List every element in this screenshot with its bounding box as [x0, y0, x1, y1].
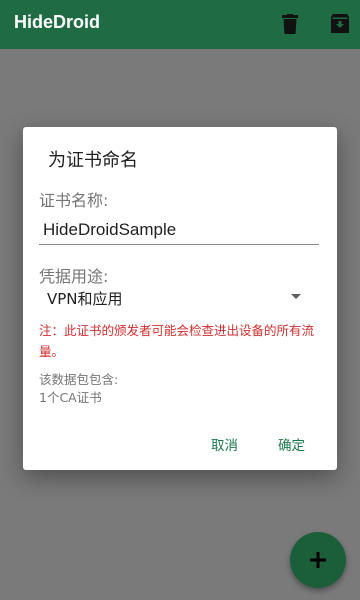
dialog-title: 为证书命名 [48, 150, 138, 171]
credential-usage-value: VPN和应用 [47, 289, 123, 308]
dropdown-arrow-icon [291, 294, 301, 299]
package-contents-label: 该数据包包含: [39, 372, 119, 387]
cancel-button[interactable]: 取消 [211, 433, 238, 455]
warning-text: 注：此证书的颁发者可能会检查进出设备的所有流量。 [39, 323, 315, 359]
ok-button[interactable]: 确定 [278, 433, 305, 455]
plus-icon [310, 552, 326, 568]
certificate-name-input[interactable] [39, 215, 319, 245]
credential-usage-select[interactable]: VPN和应用 [39, 285, 309, 311]
archive-icon[interactable] [328, 12, 352, 36]
app-title: HideDroid [14, 12, 101, 32]
add-button[interactable] [290, 532, 346, 588]
credential-usage-label: 凭据用途: [39, 267, 109, 286]
certificate-name-label: 证书名称: [39, 191, 109, 210]
package-contents-value: 1个CA证书 [39, 390, 102, 405]
app-bar: HideDroid [0, 0, 360, 49]
delete-icon[interactable] [278, 12, 302, 36]
name-certificate-dialog: 为证书命名 证书名称: 凭据用途: VPN和应用 注：此证书的颁发者可能会检查进… [23, 127, 337, 470]
